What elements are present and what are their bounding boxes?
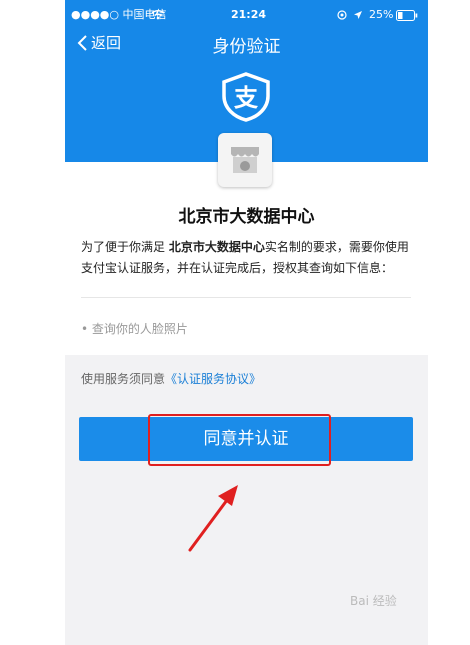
- store-icon: [218, 133, 272, 187]
- watermark: Bai 经验: [350, 594, 397, 608]
- store-glyph: [231, 147, 259, 173]
- status-time: 21:24: [231, 8, 267, 21]
- agreement-link[interactable]: 《认证服务协议》: [165, 372, 261, 386]
- battery-icon: [396, 10, 418, 21]
- battery-percent: 25%: [369, 8, 394, 21]
- wifi-icon: [151, 9, 165, 20]
- divider: [81, 297, 411, 298]
- location-icon: [337, 10, 347, 20]
- auth-description: 为了便于你满足 北京市大数据中心实名制的要求，需要你使用支付宝认证服务，并在认证…: [81, 237, 415, 279]
- desc-prefix: 为了便于你满足: [81, 240, 169, 254]
- permission-item: • 查询你的人脸照片: [81, 322, 188, 336]
- agreement-text: 使用服务须同意《认证服务协议》: [81, 370, 261, 387]
- agreement-prefix: 使用服务须同意: [81, 372, 166, 386]
- org-name: 北京市大数据中心: [178, 207, 315, 227]
- alipay-shield-icon: 支: [222, 72, 270, 122]
- desc-org: 北京市大数据中心: [168, 240, 265, 254]
- svg-text:支: 支: [234, 84, 259, 112]
- arrow-annotation: [188, 485, 238, 552]
- highlight-box: [148, 414, 331, 466]
- status-bar: ●●●●○ 中国电信 21:24 25%: [65, 6, 428, 24]
- location-arrow-icon: [354, 11, 362, 19]
- page-title: 身份验证: [212, 37, 281, 57]
- nav-bar: 返回 身份验证: [65, 26, 428, 62]
